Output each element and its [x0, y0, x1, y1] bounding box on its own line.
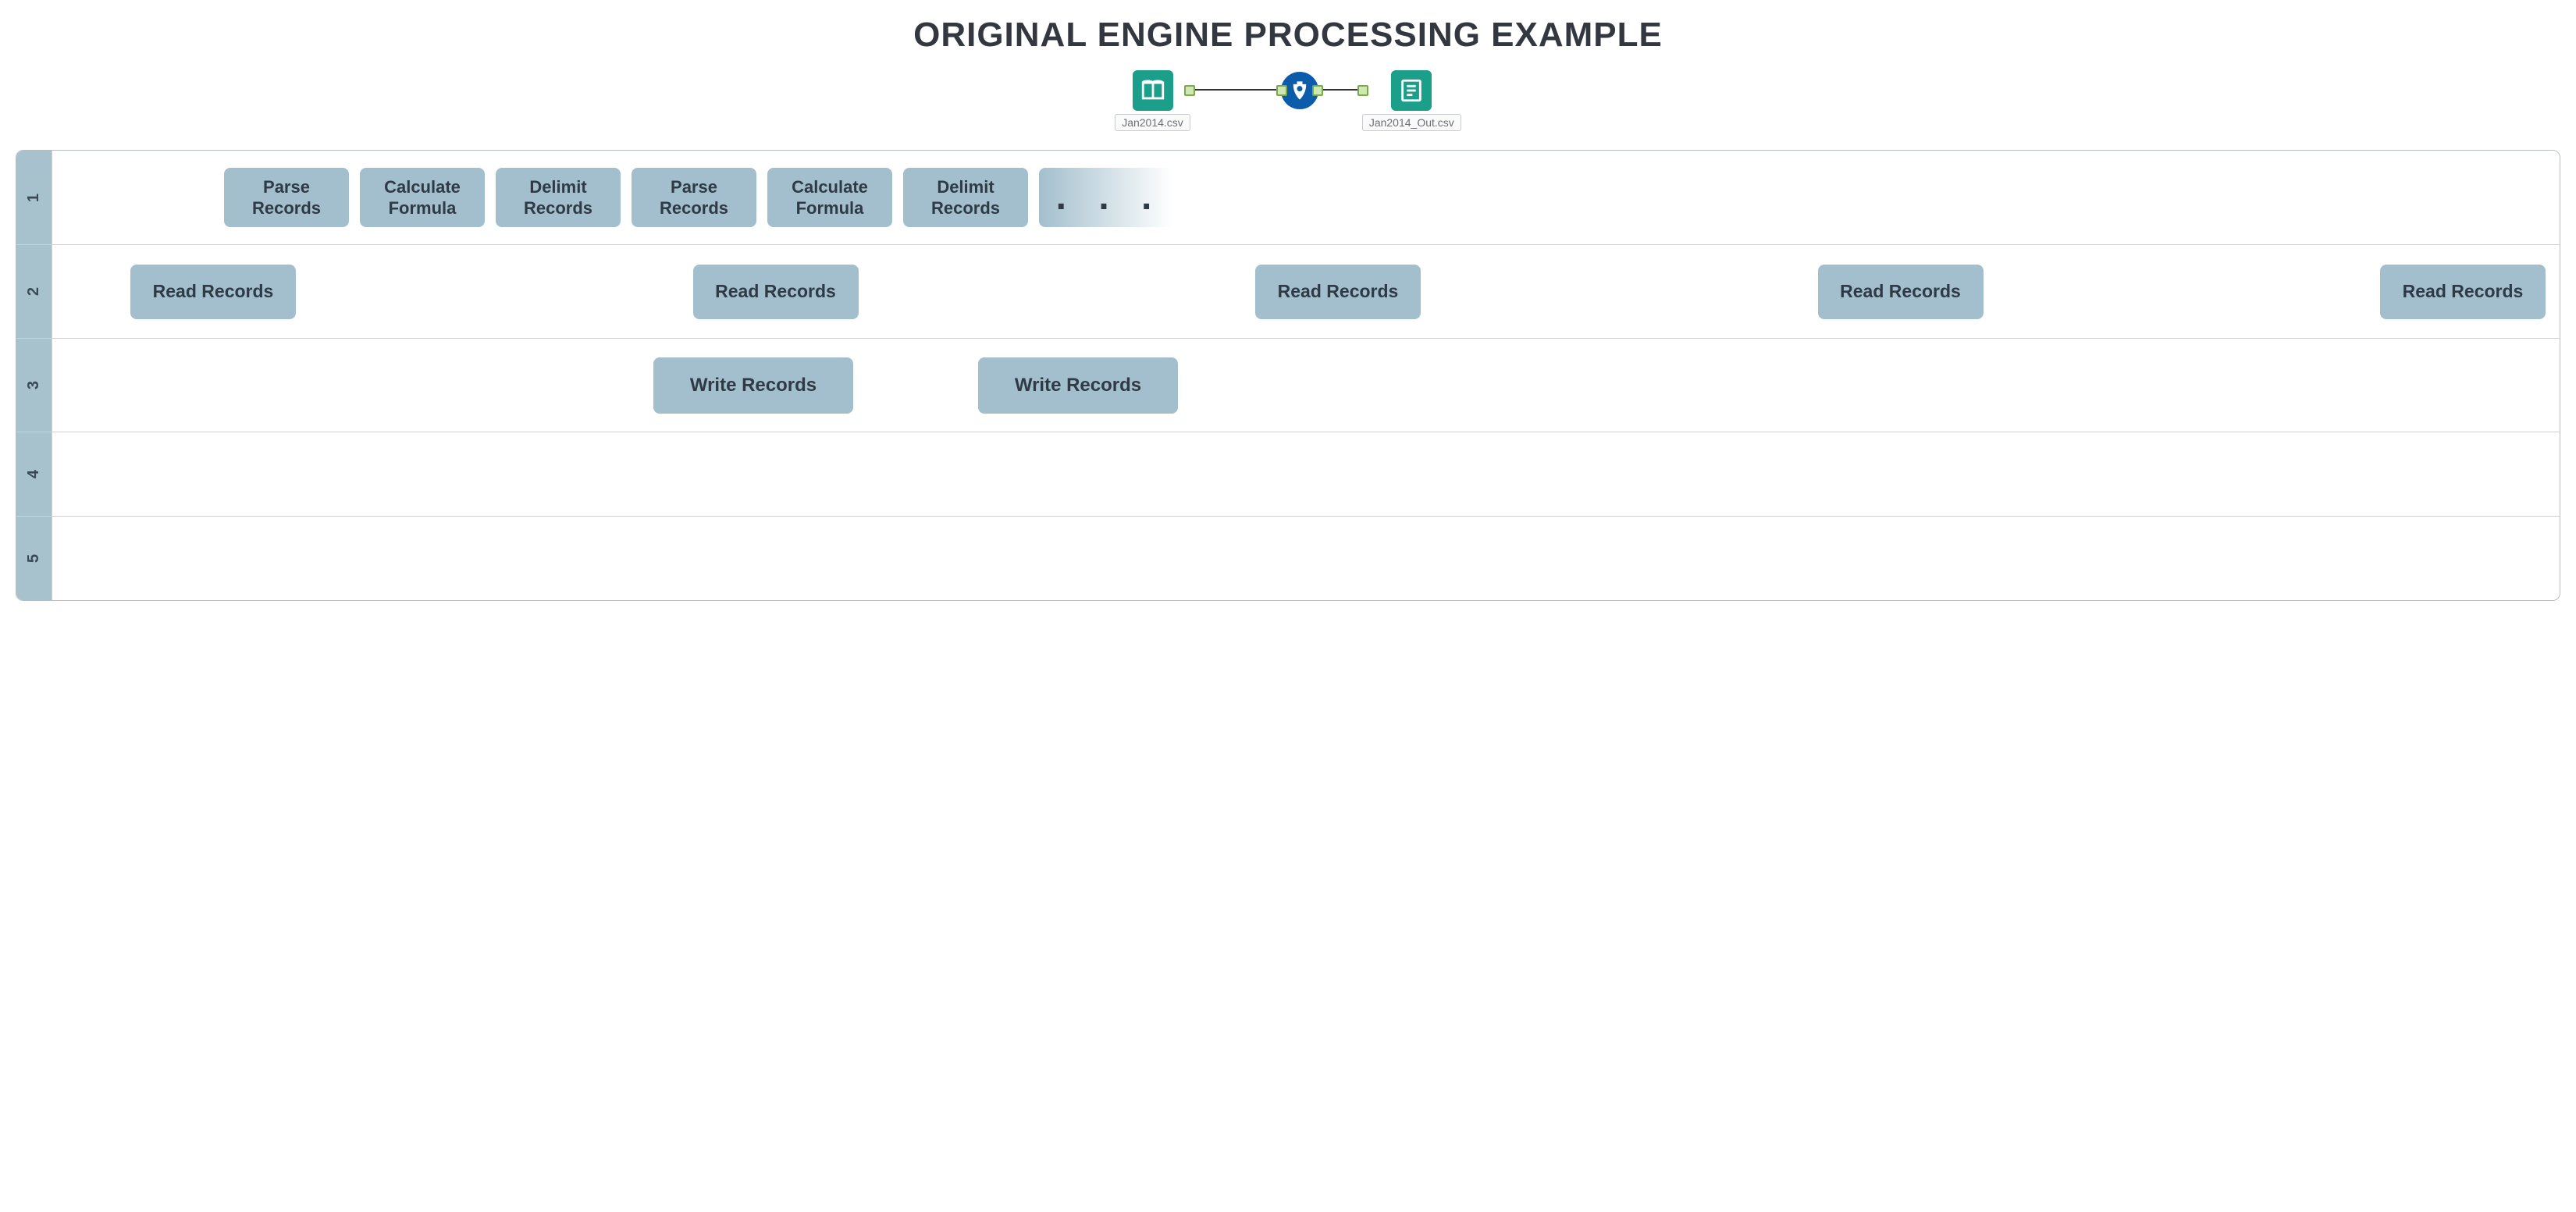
task-parse-records: Parse Records [224, 168, 349, 227]
output-file-icon [1391, 70, 1432, 111]
processing-timeline: 1 Parse Records Calculate Formula Delimi… [16, 150, 2560, 601]
lane-5: 5 [16, 516, 2560, 600]
task-read-records: Read Records [130, 265, 296, 319]
connector-line [1189, 89, 1283, 91]
workflow-input-node: Jan2014.csv [1115, 70, 1190, 131]
task-calculate-formula: Calculate Formula [360, 168, 485, 227]
task-write-records: Write Records [978, 357, 1178, 414]
lane-number: 2 [16, 245, 52, 338]
input-file-label: Jan2014.csv [1115, 114, 1190, 131]
workflow-output-node: Jan2014_Out.csv [1362, 70, 1461, 131]
task-read-records: Read Records [1255, 265, 1421, 319]
page-title: ORIGINAL ENGINE PROCESSING EXAMPLE [16, 16, 2560, 55]
task-delimit-records: Delimit Records [903, 168, 1028, 227]
task-write-records: Write Records [653, 357, 853, 414]
lane-number: 1 [16, 151, 52, 244]
input-file-icon [1133, 70, 1173, 111]
lane-2: 2 Read Records Read Records Read Records… [16, 244, 2560, 338]
task-read-records: Read Records [1818, 265, 1984, 319]
lane-number: 5 [16, 517, 52, 600]
lane-number: 4 [16, 432, 52, 516]
workflow-diagram: Jan2014.csv Jan2014_Out.csv [16, 70, 2560, 131]
task-ellipsis: . . . [1039, 168, 1179, 227]
task-delimit-records: Delimit Records [496, 168, 621, 227]
task-parse-records: Parse Records [632, 168, 756, 227]
task-read-records: Read Records [2380, 265, 2546, 319]
connector-line [1317, 89, 1364, 91]
lane-1: 1 Parse Records Calculate Formula Delimi… [16, 151, 2560, 244]
task-calculate-formula: Calculate Formula [767, 168, 892, 227]
lane-3: 3 Write Records Write Records [16, 338, 2560, 432]
task-read-records: Read Records [693, 265, 859, 319]
workflow-tool-node [1281, 72, 1318, 130]
lane-number: 3 [16, 339, 52, 432]
lane-4: 4 [16, 432, 2560, 516]
output-file-label: Jan2014_Out.csv [1362, 114, 1461, 131]
